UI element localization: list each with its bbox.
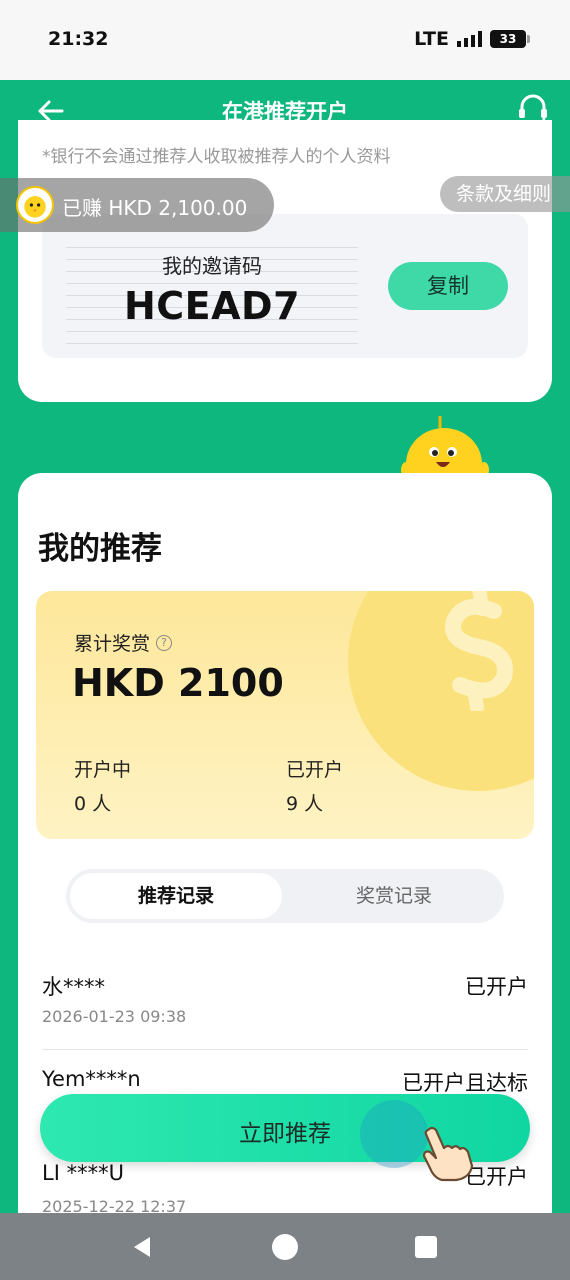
battery-icon: 33 bbox=[490, 30, 530, 48]
referee-date: 2026-01-23 09:38 bbox=[42, 1007, 187, 1026]
opened-label: 已开户 bbox=[286, 759, 344, 781]
chick-mascot-icon bbox=[401, 416, 489, 478]
section-title: 我的推荐 bbox=[38, 531, 162, 567]
referee-name: 水**** bbox=[42, 975, 105, 999]
earned-amount: 已赚 HKD 2,100.00 bbox=[62, 196, 248, 220]
status-bar: 21:32 LTE 33 bbox=[0, 0, 570, 80]
system-nav-bar bbox=[0, 1213, 570, 1280]
copy-button[interactable]: 复制 bbox=[388, 262, 508, 310]
signal-icon bbox=[457, 31, 482, 47]
status-indicators: LTE 33 bbox=[414, 28, 530, 50]
referee-status: 已开户且达标 bbox=[402, 1071, 528, 1095]
reward-amount: HKD 2100 bbox=[72, 661, 284, 705]
nav-recents-icon[interactable] bbox=[415, 1236, 437, 1258]
nav-back-icon[interactable] bbox=[130, 1235, 154, 1259]
invite-card: *银行不会通过推荐人收取被推荐人的个人资料 我的邀请码 HCEAD7 复制 bbox=[18, 120, 552, 402]
chick-avatar-icon bbox=[16, 186, 54, 224]
dollar-icon bbox=[445, 591, 513, 711]
reward-label-row: 累计奖赏 ? bbox=[74, 629, 173, 656]
invite-code-box: 我的邀请码 HCEAD7 复制 bbox=[42, 214, 528, 358]
terms-link[interactable]: 条款及细则 bbox=[440, 176, 570, 212]
referee-name: LI ****U bbox=[42, 1161, 124, 1185]
opened-count: 9 人 bbox=[286, 793, 324, 815]
referee-status: 已开户 bbox=[465, 975, 528, 999]
invite-code: HCEAD7 bbox=[123, 284, 301, 328]
referee-name: Yem****n bbox=[42, 1067, 141, 1091]
opening-count: 0 人 bbox=[74, 793, 112, 815]
tab-reward-records[interactable]: 奖赏记录 bbox=[288, 873, 500, 919]
pointing-hand-icon bbox=[422, 1126, 474, 1182]
divider bbox=[42, 1049, 528, 1050]
opening-label: 开户中 bbox=[74, 759, 132, 781]
privacy-disclaimer: *银行不会通过推荐人收取被推荐人的个人资料 bbox=[42, 147, 391, 167]
status-time: 21:32 bbox=[48, 28, 109, 50]
help-icon[interactable]: ? bbox=[156, 634, 173, 651]
record-tabs: 推荐记录 奖赏记录 bbox=[66, 869, 504, 923]
earned-banner[interactable]: 已赚 HKD 2,100.00 bbox=[0, 178, 274, 232]
nav-home-icon[interactable] bbox=[272, 1234, 298, 1260]
invite-code-label: 我的邀请码 bbox=[162, 254, 262, 278]
network-label: LTE bbox=[414, 28, 449, 50]
tab-referral-records[interactable]: 推荐记录 bbox=[70, 873, 282, 919]
reward-label: 累计奖赏 bbox=[74, 633, 151, 655]
reward-summary: 累计奖赏 ? HKD 2100 开户中 0 人 已开户 9 人 bbox=[36, 591, 534, 839]
list-item[interactable]: 水**** 已开户 2026-01-23 09:38 bbox=[42, 971, 528, 1031]
